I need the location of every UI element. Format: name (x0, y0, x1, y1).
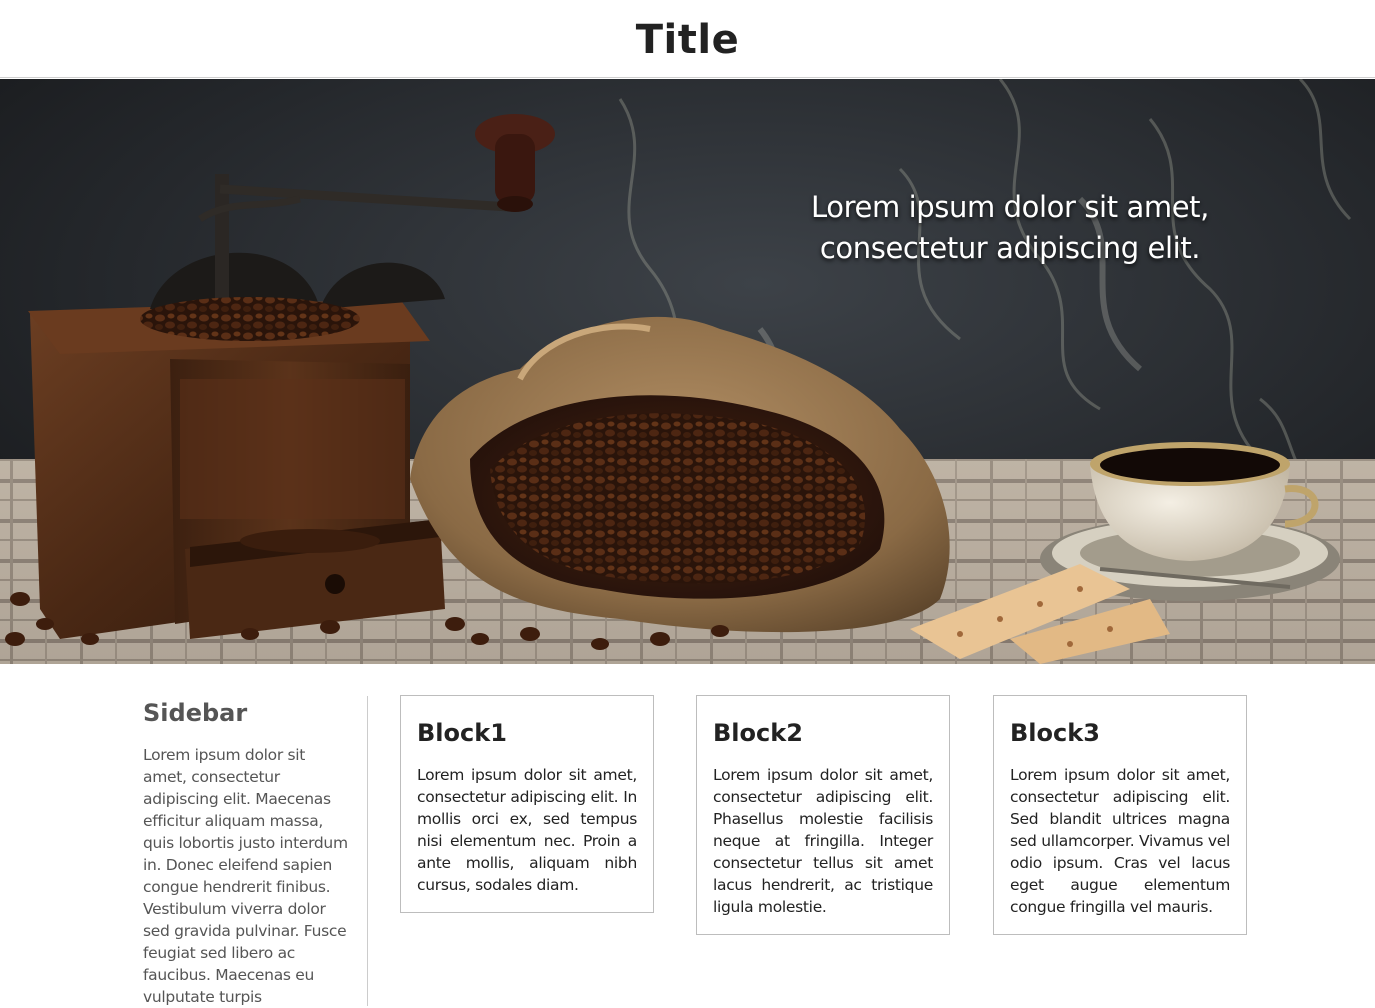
hero-caption-line2: consectetur adipiscing elit. (819, 231, 1201, 265)
sidebar: Sidebar Lorem ipsum dolor sit amet, cons… (143, 696, 348, 1008)
hero-caption: Lorem ipsum dolor sit amet, consectetur … (760, 187, 1260, 269)
block-3: Block3 Lorem ipsum dolor sit amet, conse… (993, 695, 1247, 935)
sidebar-divider (367, 696, 368, 1006)
hero-caption-line1: Lorem ipsum dolor sit amet, (811, 190, 1209, 224)
page-title: Title (635, 17, 740, 63)
block-1: Block1 Lorem ipsum dolor sit amet, conse… (400, 695, 654, 913)
sidebar-title: Sidebar (143, 699, 248, 727)
block-title: Block2 (713, 719, 803, 747)
block-title: Block1 (417, 719, 507, 747)
hero-banner: Lorem ipsum dolor sit amet, consectetur … (0, 79, 1375, 664)
hero-coffee-image (0, 79, 1375, 664)
block-title: Block3 (1010, 719, 1100, 747)
block-text: Lorem ipsum dolor sit amet, consectetur … (417, 766, 637, 894)
sidebar-text: Lorem ipsum dolor sit amet, consectetur … (143, 746, 348, 1006)
block-text: Lorem ipsum dolor sit amet, consectetur … (1010, 766, 1230, 916)
block-text: Lorem ipsum dolor sit amet, consectetur … (713, 766, 933, 916)
block-2: Block2 Lorem ipsum dolor sit amet, conse… (696, 695, 950, 935)
page-header: Title (0, 0, 1375, 78)
